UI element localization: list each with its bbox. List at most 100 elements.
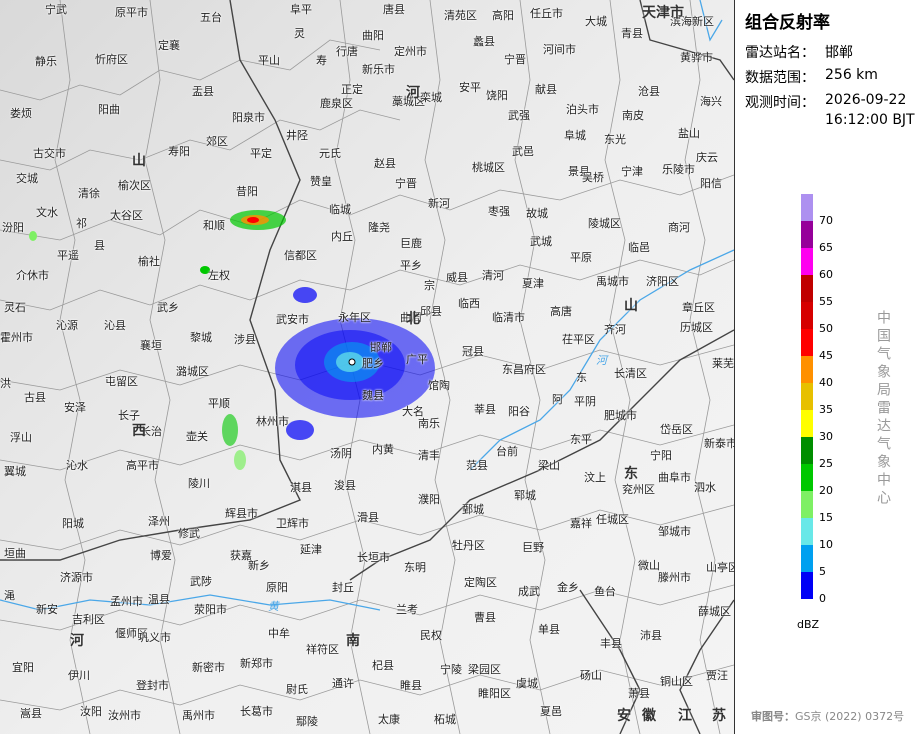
- city-label: 寿阳: [168, 145, 190, 158]
- city-label: 平原: [570, 251, 592, 264]
- city-label: 新乡: [248, 559, 270, 572]
- city-label: 古交市: [33, 147, 66, 160]
- city-label: 虞城: [516, 677, 538, 690]
- city-label: 巨鹿: [400, 237, 422, 250]
- city-label: 宁津: [621, 165, 643, 178]
- colorbar-segment: [801, 410, 813, 437]
- city-label: 元氏: [319, 147, 341, 160]
- city-label: 范县: [466, 459, 488, 472]
- range-row: 数据范围： 256 km: [745, 67, 878, 87]
- colorbar-tick-label: 70: [819, 214, 833, 227]
- city-label: 吉利区: [72, 613, 105, 626]
- city-label: 平山: [258, 54, 280, 67]
- city-label: 成武: [518, 585, 540, 598]
- city-label: 原平市: [115, 6, 148, 19]
- province-label: 江: [678, 708, 692, 724]
- city-label: 原阳: [266, 581, 288, 594]
- city-label: 齐河: [604, 323, 626, 336]
- city-label: 桃城区: [472, 161, 505, 174]
- colorbar-segment: [801, 302, 813, 329]
- city-label: 赞皇: [310, 175, 332, 188]
- city-label: 赵县: [374, 157, 396, 170]
- city-label: 嵩县: [20, 707, 42, 720]
- city-label: 汝阳: [80, 705, 102, 718]
- city-label: 泗水: [694, 481, 716, 494]
- city-label: 安平: [459, 81, 481, 94]
- city-label: 沁水: [66, 459, 88, 472]
- city-label: 夏津: [522, 277, 544, 290]
- city-label: 清丰: [418, 449, 440, 462]
- radar-map[interactable]: 宁武 原平市 五台 阜平 唐县 清苑区 高阳 任丘市 大城 滨海新区灵定襄 曲阳 蠡县 青县 静乐 忻府区平…: [0, 0, 735, 734]
- station-row: 雷达站名： 邯郸: [745, 42, 853, 62]
- city-label: 莱芜区: [712, 357, 734, 370]
- city-label: 内丘: [331, 230, 353, 243]
- city-label: 青县: [621, 27, 643, 40]
- city-label: 阳城: [62, 517, 84, 530]
- colorbar-segment: [801, 248, 813, 275]
- review-value: GS京 (2022) 0372号: [795, 710, 905, 723]
- city-label: 睢阳区: [478, 687, 511, 700]
- station-marker: [348, 358, 356, 366]
- city-label: 祥符区: [306, 643, 339, 656]
- city-label: 阜城: [564, 129, 586, 142]
- city-label: 高平市: [126, 459, 159, 472]
- city-label: 灵石: [4, 301, 26, 314]
- colorbar-tick-label: 10: [819, 538, 833, 551]
- province-label: 安: [617, 708, 631, 724]
- colorbar-segment: [801, 329, 813, 356]
- city-label: 阿: [552, 393, 563, 406]
- city-label: 庆云: [696, 151, 718, 164]
- city-label: 潞城区: [176, 365, 209, 378]
- city-label: 肥乡: [362, 357, 384, 370]
- city-label: 饶阳: [486, 89, 508, 102]
- city-label: 定州市: [394, 45, 427, 58]
- city-label: 博爱: [150, 549, 172, 562]
- city-label: 襄垣: [140, 339, 162, 352]
- city-label: 静乐: [35, 55, 57, 68]
- city-label: 涉县: [234, 333, 256, 346]
- city-label: 岱岳区: [660, 423, 693, 436]
- colorbar-segment: [801, 437, 813, 464]
- city-label: 灵: [294, 27, 305, 40]
- city-label: 新郑市: [240, 657, 273, 670]
- city-label: 唐县: [383, 3, 405, 16]
- city-label: 兰考: [396, 603, 418, 616]
- city-label: 萧县: [628, 687, 650, 700]
- city-label: 滑县: [357, 511, 379, 524]
- city-label: 陵川: [188, 477, 210, 490]
- city-label: 禹城市: [596, 275, 629, 288]
- city-label: 武城: [530, 235, 552, 248]
- city-label: 长垣市: [357, 551, 390, 564]
- city-label: 清河: [482, 269, 504, 282]
- city-label: 阳信: [700, 177, 722, 190]
- city-label: 临西: [458, 297, 480, 310]
- city-label: 正定: [341, 83, 363, 96]
- colorbar-tick-label: 0: [819, 592, 826, 605]
- city-label: 梁山: [538, 459, 560, 472]
- city-label: 盐山: [678, 127, 700, 140]
- city-label: 新河: [428, 197, 450, 210]
- city-label: 忻府区: [95, 53, 128, 66]
- city-label: 中牟: [268, 627, 290, 640]
- colorbar-tick-label: 45: [819, 349, 833, 362]
- time-date: 2026-09-22: [825, 92, 907, 108]
- city-label: 沛县: [640, 629, 662, 642]
- colorbar: [801, 194, 813, 599]
- city-label: 阳谷: [508, 405, 530, 418]
- city-label: 南乐: [418, 417, 440, 430]
- range-label: 数据范围：: [745, 70, 815, 86]
- city-label: 宗: [424, 279, 435, 292]
- city-label: 贾汪: [706, 669, 728, 682]
- province-label: 河: [406, 85, 420, 101]
- province-label: 东: [624, 466, 638, 482]
- city-label: 单县: [538, 623, 560, 636]
- city-label: 鱼台: [594, 585, 616, 598]
- city-label: 武乡: [157, 301, 179, 314]
- province-label: 山: [624, 298, 638, 314]
- city-label: 河间市: [543, 43, 576, 56]
- colorbar-tick-label: 60: [819, 268, 833, 281]
- city-label: 宜阳: [12, 661, 34, 674]
- city-label: 海兴: [700, 95, 722, 108]
- city-label: 武邑: [512, 145, 534, 158]
- city-label: 莘县: [474, 403, 496, 416]
